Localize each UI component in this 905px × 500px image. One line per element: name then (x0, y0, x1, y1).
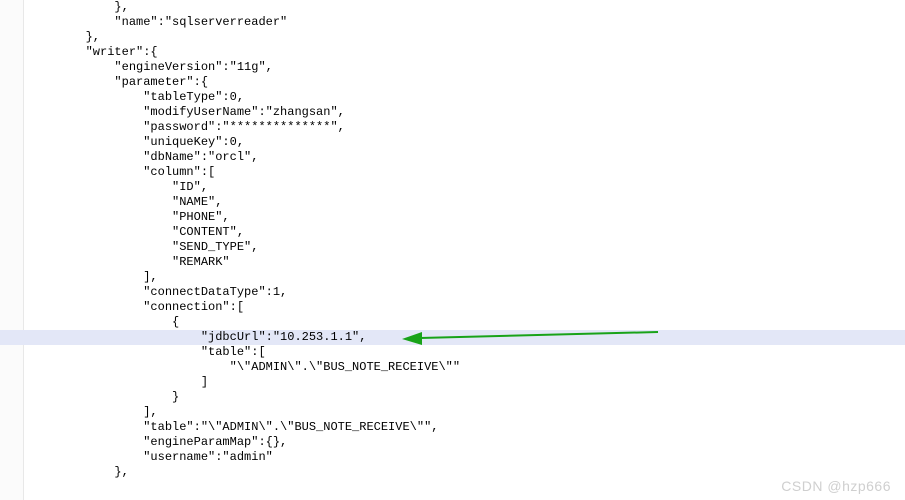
code-line: "writer":{ (24, 45, 905, 60)
code-line: "PHONE", (24, 210, 905, 225)
code-line: "dbName":"orcl", (24, 150, 905, 165)
code-line: { (24, 315, 905, 330)
code-line: "engineVersion":"11g", (24, 60, 905, 75)
code-area: }, "name":"sqlserverreader" }, "writer":… (24, 0, 905, 480)
code-line: "jdbcUrl":"10.253.1.1", (24, 330, 905, 345)
code-line: "uniqueKey":0, (24, 135, 905, 150)
code-line: "password":"**************", (24, 120, 905, 135)
code-line: }, (24, 30, 905, 45)
code-lines: }, "name":"sqlserverreader" }, "writer":… (24, 0, 905, 480)
code-line: "NAME", (24, 195, 905, 210)
code-editor: }, "name":"sqlserverreader" }, "writer":… (0, 0, 905, 500)
code-line: "REMARK" (24, 255, 905, 270)
code-line: "engineParamMap":{}, (24, 435, 905, 450)
code-line: "table":"\"ADMIN\".\"BUS_NOTE_RECEIVE\""… (24, 420, 905, 435)
code-line: ], (24, 405, 905, 420)
code-line: "connectDataType":1, (24, 285, 905, 300)
code-line: "parameter":{ (24, 75, 905, 90)
code-line: "ID", (24, 180, 905, 195)
code-line: } (24, 390, 905, 405)
code-line: "tableType":0, (24, 90, 905, 105)
code-line: }, (24, 465, 905, 480)
code-line: "connection":[ (24, 300, 905, 315)
code-line: }, (24, 0, 905, 15)
code-line: "modifyUserName":"zhangsan", (24, 105, 905, 120)
code-line: "username":"admin" (24, 450, 905, 465)
code-line: "table":[ (24, 345, 905, 360)
line-gutter (0, 0, 24, 500)
code-line: "name":"sqlserverreader" (24, 15, 905, 30)
code-line: ], (24, 270, 905, 285)
code-line: "\"ADMIN\".\"BUS_NOTE_RECEIVE\"" (24, 360, 905, 375)
code-line: "SEND_TYPE", (24, 240, 905, 255)
code-line: "CONTENT", (24, 225, 905, 240)
watermark-text: CSDN @hzp666 (781, 479, 891, 494)
code-line: ] (24, 375, 905, 390)
code-line: "column":[ (24, 165, 905, 180)
